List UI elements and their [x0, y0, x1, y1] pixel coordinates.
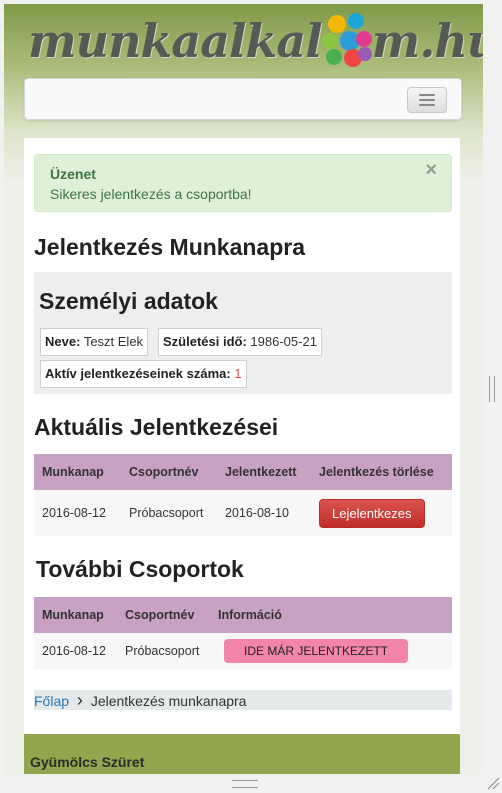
- birth-date-value: 1986-05-21: [250, 334, 317, 349]
- alert-message: Sikeres jelentkezés a csoportba!: [50, 186, 252, 202]
- name-label: Neve:: [45, 334, 81, 349]
- site-logo[interactable]: munkaalkal m.hu: [28, 10, 483, 71]
- name-value: Teszt Elek: [83, 334, 144, 349]
- logo-people-icon: [320, 11, 374, 71]
- column-header: Csoportnév: [117, 597, 210, 633]
- cell-action: Lejelentkezes: [311, 490, 452, 536]
- breadcrumb-home-link[interactable]: Főlap: [34, 693, 69, 709]
- other-groups-heading: További Csoportok: [36, 556, 244, 582]
- already-registered-button[interactable]: IDE MÁR JELENTKEZETT: [224, 639, 409, 663]
- page: munkaalkal m.hu Üzenet Sikeres jelentkezé…: [4, 4, 483, 774]
- close-icon[interactable]: ×: [425, 159, 437, 182]
- footer-section: Gyümölcs Szüret: [24, 734, 460, 774]
- column-header: Munkanap: [34, 597, 117, 633]
- footer-title: Gyümölcs Szüret: [30, 754, 145, 770]
- cell-day: 2016-08-12: [34, 633, 117, 669]
- hamburger-icon: [419, 94, 435, 96]
- table-header-row: Munkanap Csoportnév Jelentkezett Jelentk…: [34, 454, 452, 490]
- table-row: 2016-08-12 Próbacsoport 2016-08-10 Lejel…: [34, 490, 452, 536]
- personal-data-panel: Személyi adatok Neve: Teszt Elek Születé…: [34, 272, 452, 394]
- name-field: Neve: Teszt Elek: [40, 328, 149, 356]
- logo-text-suffix: m.hu: [371, 14, 483, 68]
- personal-data-heading: Személyi adatok: [39, 288, 218, 314]
- chevron-right-icon: ›: [76, 690, 83, 710]
- cell-day: 2016-08-12: [34, 490, 121, 536]
- current-registrations-table: Munkanap Csoportnév Jelentkezett Jelentk…: [34, 454, 452, 536]
- browser-viewport: munkaalkal m.hu Üzenet Sikeres jelentkezé…: [0, 0, 502, 793]
- active-count-label: Aktív jelentkezéseinek száma:: [45, 366, 231, 381]
- birth-date-label: Születési idő:: [163, 334, 247, 349]
- logo-text-prefix: munkaalkal: [28, 14, 323, 68]
- cell-info: IDE MÁR JELENTKEZETT: [210, 633, 452, 669]
- corner-resize-icon[interactable]: [486, 776, 500, 790]
- current-registrations-heading: Aktuális Jelentkezései: [34, 414, 279, 440]
- alert-title: Üzenet: [50, 166, 96, 182]
- page-title: Jelentkezés Munkanapra: [34, 234, 306, 260]
- table-header-row: Munkanap Csoportnév Információ: [34, 597, 452, 633]
- success-alert: Üzenet Sikeres jelentkezés a csoportba! …: [34, 154, 452, 212]
- navbar: [24, 78, 462, 120]
- other-groups-table: Munkanap Csoportnév Információ 2016-08-1…: [34, 597, 452, 669]
- breadcrumb: Főlap › Jelentkezés munkanapra: [34, 690, 452, 710]
- column-header: Munkanap: [34, 454, 121, 490]
- vertical-resize-grip-icon[interactable]: [489, 376, 495, 402]
- hamburger-line: [419, 99, 435, 101]
- breadcrumb-current: Jelentkezés munkanapra: [90, 693, 247, 709]
- active-count-value: 1: [234, 366, 242, 381]
- active-count-field: Aktív jelentkezéseinek száma: 1: [40, 360, 247, 388]
- column-header: Jelentkezés törlése: [311, 454, 452, 490]
- column-header: Információ: [210, 597, 452, 633]
- main-content: Üzenet Sikeres jelentkezés a csoportba! …: [24, 138, 460, 734]
- birth-date-field: Születési idő: 1986-05-21: [158, 328, 322, 356]
- horizontal-resize-grip-icon[interactable]: [232, 780, 258, 788]
- unregister-button[interactable]: Lejelentkezes: [319, 498, 425, 528]
- cell-group: Próbacsoport: [117, 633, 210, 669]
- hamburger-line: [419, 104, 435, 106]
- menu-toggle-button[interactable]: [407, 87, 447, 113]
- table-row: 2016-08-12 Próbacsoport IDE MÁR JELENTKE…: [34, 633, 452, 669]
- column-header: Jelentkezett: [217, 454, 311, 490]
- cell-group: Próbacsoport: [121, 490, 217, 536]
- column-header: Csoportnév: [121, 454, 217, 490]
- cell-joined: 2016-08-10: [217, 490, 311, 536]
